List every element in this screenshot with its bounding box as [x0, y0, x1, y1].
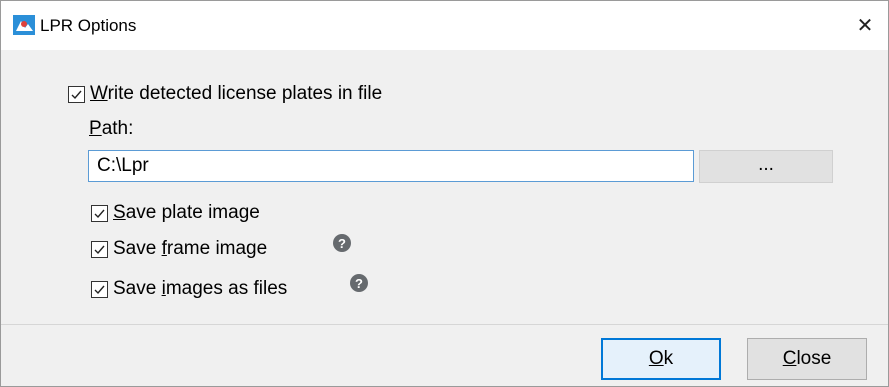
checkmark-icon: [94, 245, 105, 254]
browse-button[interactable]: ...: [699, 150, 833, 183]
checkbox-box[interactable]: [91, 204, 108, 222]
save-plate-image-label: Save plate image: [113, 202, 260, 223]
options-panel: Write detected license plates in file Pa…: [1, 50, 888, 324]
title-bar: LPR Options ✕: [1, 1, 888, 50]
help-icon[interactable]: ?: [333, 234, 351, 252]
checkbox-box[interactable]: [91, 240, 108, 258]
save-plate-image-checkbox[interactable]: Save plate image: [91, 202, 260, 224]
help-icon[interactable]: ?: [350, 274, 368, 292]
ok-button[interactable]: Ok: [601, 338, 721, 380]
path-input[interactable]: [88, 150, 694, 182]
checkmark-icon: [94, 209, 105, 218]
save-images-as-files-label: Save images as files: [113, 278, 288, 299]
write-plates-label: Write detected license plates in file: [90, 83, 383, 104]
close-button[interactable]: Close: [747, 338, 867, 380]
button-bar: Ok Close: [1, 324, 888, 386]
checkmark-icon: [71, 90, 82, 99]
lpr-options-dialog: LPR Options ✕ Write detected license pla…: [0, 0, 889, 387]
write-plates-checkbox[interactable]: Write detected license plates in file: [68, 83, 382, 105]
save-frame-image-label: Save frame image: [113, 238, 268, 259]
checkbox-box[interactable]: [91, 280, 108, 298]
path-label: Path:: [89, 118, 134, 139]
lpr-app-icon: [13, 15, 35, 35]
window-title: LPR Options: [40, 16, 137, 35]
checkmark-icon: [94, 285, 105, 294]
close-icon[interactable]: ✕: [842, 1, 888, 50]
save-images-as-files-checkbox[interactable]: Save images as files: [91, 278, 287, 300]
save-frame-image-checkbox[interactable]: Save frame image: [91, 238, 267, 260]
checkbox-box[interactable]: [68, 85, 85, 103]
